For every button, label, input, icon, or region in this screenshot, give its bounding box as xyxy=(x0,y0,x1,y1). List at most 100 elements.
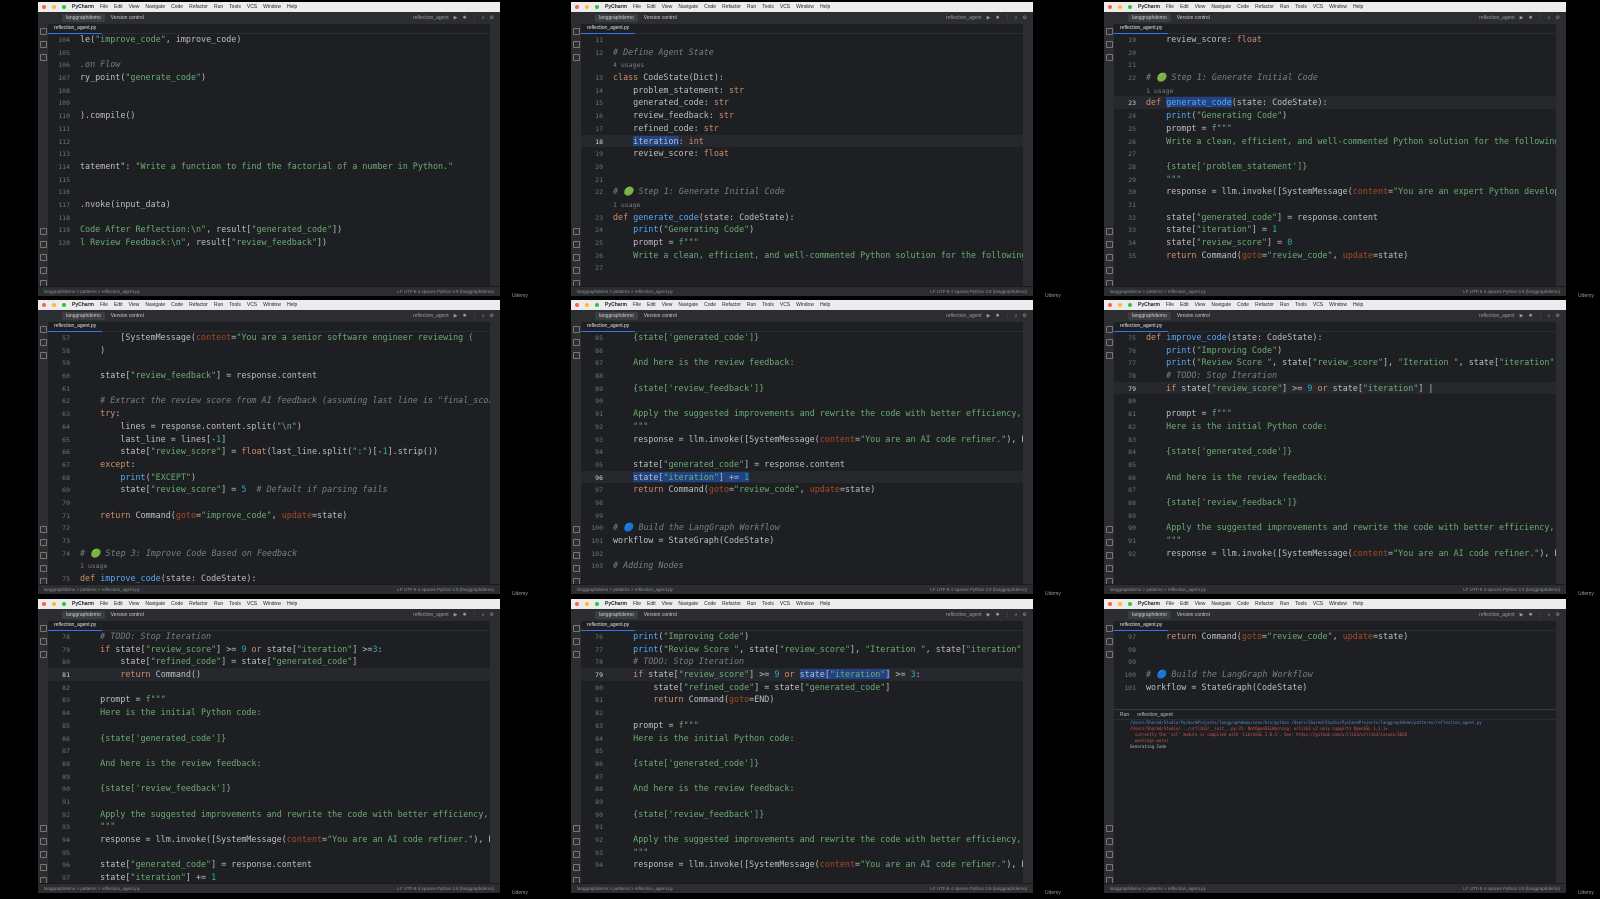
menu-item-window[interactable]: Window xyxy=(796,302,814,308)
run-icon[interactable]: ▶ xyxy=(1520,313,1524,319)
menu-item-run[interactable]: Run xyxy=(1280,4,1289,10)
menu-item-run[interactable]: Run xyxy=(747,4,756,10)
menu-item-help[interactable]: Help xyxy=(1353,601,1363,607)
window-control-icon[interactable] xyxy=(42,5,46,9)
search-icon[interactable]: ⌕ xyxy=(1548,313,1551,319)
menu-item-code[interactable]: Code xyxy=(1237,4,1249,10)
menu-item-code[interactable]: Code xyxy=(1237,302,1249,308)
menu-item-help[interactable]: Help xyxy=(820,601,830,607)
status-breadcrumb[interactable]: langgraphdemo > patterns > reflection_ag… xyxy=(577,587,673,592)
window-control-icon[interactable] xyxy=(42,602,46,606)
more-icon[interactable]: ⋮ xyxy=(472,15,477,21)
window-control-icon[interactable] xyxy=(62,303,66,307)
menu-item-window[interactable]: Window xyxy=(1329,302,1347,308)
commit-icon[interactable] xyxy=(39,41,47,48)
menu-item-file[interactable]: File xyxy=(1166,302,1174,308)
app-name[interactable]: PyCharm xyxy=(605,302,627,308)
menu-item-window[interactable]: Window xyxy=(263,4,281,10)
menu-item-tools[interactable]: Tools xyxy=(1295,4,1307,10)
vcs-selector[interactable]: Version control xyxy=(111,612,144,618)
menu-item-run[interactable]: Run xyxy=(1280,302,1289,308)
code-editor[interactable]: 104 le("improve_code", improve_code) 105 10… xyxy=(48,33,490,287)
gear-icon[interactable]: ⚙ xyxy=(1556,612,1560,618)
menu-item-vcs[interactable]: VCS xyxy=(780,601,790,607)
menu-item-help[interactable]: Help xyxy=(1353,302,1363,308)
gear-icon[interactable]: ⚙ xyxy=(490,313,494,319)
menu-item-window[interactable]: Window xyxy=(1329,4,1347,10)
project-icon[interactable] xyxy=(39,28,47,35)
menu-item-tools[interactable]: Tools xyxy=(229,601,241,607)
menu-item-vcs[interactable]: VCS xyxy=(780,4,790,10)
terminal-icon[interactable] xyxy=(39,838,47,845)
run-tool-icon[interactable] xyxy=(39,228,47,235)
commit-icon[interactable] xyxy=(1105,41,1113,48)
debug-icon[interactable]: ✹ xyxy=(463,612,467,618)
status-info[interactable]: LF UTF-8 4 spaces Python 3.9 (langgraphd… xyxy=(1463,587,1566,592)
more-icon[interactable]: ⋮ xyxy=(1538,612,1543,618)
window-control-icon[interactable] xyxy=(595,303,599,307)
terminal-icon[interactable] xyxy=(572,241,580,248)
run-icon[interactable]: ▶ xyxy=(454,313,458,319)
menu-item-code[interactable]: Code xyxy=(704,601,716,607)
editor-tab[interactable]: reflection_agent.py xyxy=(48,621,103,631)
status-info[interactable]: LF UTF-8 4 spaces Python 3.9 (langgraphd… xyxy=(930,289,1033,294)
menu-item-code[interactable]: Code xyxy=(171,302,183,308)
project-icon[interactable] xyxy=(572,625,580,632)
structure-icon[interactable] xyxy=(39,352,47,359)
menu-item-view[interactable]: View xyxy=(129,4,140,10)
debug-icon[interactable]: ✹ xyxy=(996,15,1000,21)
menu-item-code[interactable]: Code xyxy=(171,601,183,607)
run-config-selector[interactable]: reflection_agent xyxy=(413,313,449,319)
project-icon[interactable] xyxy=(39,326,47,333)
menu-item-refactor[interactable]: Refactor xyxy=(1255,4,1274,10)
python-console-icon[interactable] xyxy=(1105,864,1113,871)
menu-item-view[interactable]: View xyxy=(662,601,673,607)
menu-item-code[interactable]: Code xyxy=(1237,601,1249,607)
run-icon[interactable]: ▶ xyxy=(987,15,991,21)
code-editor[interactable]: 76 print("Improving Code") 77 print("Revi… xyxy=(581,630,1023,884)
code-editor[interactable]: 19 review_score: float 20 21 22 # 🟢 Step 1: … xyxy=(1114,33,1556,287)
terminal-icon[interactable] xyxy=(1105,539,1113,546)
terminal-icon[interactable] xyxy=(572,539,580,546)
debug-icon[interactable]: ✹ xyxy=(996,612,1000,618)
menu-item-tools[interactable]: Tools xyxy=(229,302,241,308)
editor-tab[interactable]: reflection_agent.py xyxy=(1114,24,1169,34)
menu-item-navigate[interactable]: Navigate xyxy=(1211,302,1231,308)
editor-tab[interactable]: reflection_agent.py xyxy=(581,322,636,332)
menu-item-edit[interactable]: Edit xyxy=(647,4,656,10)
menu-item-view[interactable]: View xyxy=(662,302,673,308)
structure-icon[interactable] xyxy=(1105,54,1113,61)
run-config-selector[interactable]: reflection_agent xyxy=(1479,612,1515,618)
gear-icon[interactable]: ⚙ xyxy=(1023,15,1027,21)
menu-item-window[interactable]: Window xyxy=(263,302,281,308)
project-selector[interactable]: langgraphdemo xyxy=(62,611,105,619)
search-icon[interactable]: ⌕ xyxy=(1015,15,1018,21)
problems-icon[interactable] xyxy=(1105,552,1113,559)
menu-item-run[interactable]: Run xyxy=(214,4,223,10)
problems-icon[interactable] xyxy=(39,851,47,858)
terminal-icon[interactable] xyxy=(39,241,47,248)
python-console-icon[interactable] xyxy=(572,565,580,572)
run-icon[interactable]: ▶ xyxy=(987,313,991,319)
run-tool-icon[interactable] xyxy=(39,825,47,832)
menu-item-run[interactable]: Run xyxy=(747,302,756,308)
gear-icon[interactable]: ⚙ xyxy=(1023,612,1027,618)
window-control-icon[interactable] xyxy=(585,5,589,9)
status-breadcrumb[interactable]: langgraphdemo > patterns > reflection_ag… xyxy=(1110,886,1206,891)
app-name[interactable]: PyCharm xyxy=(1138,302,1160,308)
search-icon[interactable]: ⌕ xyxy=(482,313,485,319)
search-icon[interactable]: ⌕ xyxy=(482,612,485,618)
status-breadcrumb[interactable]: langgraphdemo > patterns > reflection_ag… xyxy=(44,289,140,294)
debug-icon[interactable]: ✹ xyxy=(1529,612,1533,618)
run-tab[interactable]: Run xyxy=(1120,712,1129,718)
menu-item-refactor[interactable]: Refactor xyxy=(189,4,208,10)
code-editor[interactable]: 75 def improve_code(state: CodeState): 76 … xyxy=(1114,331,1556,585)
python-console-icon[interactable] xyxy=(39,565,47,572)
project-selector[interactable]: langgraphdemo xyxy=(595,312,638,320)
editor-tab[interactable]: reflection_agent.py xyxy=(1114,322,1169,332)
menu-item-file[interactable]: File xyxy=(633,302,641,308)
menu-item-vcs[interactable]: VCS xyxy=(247,601,257,607)
python-console-icon[interactable] xyxy=(1105,267,1113,274)
problems-icon[interactable] xyxy=(572,254,580,261)
menu-item-navigate[interactable]: Navigate xyxy=(145,4,165,10)
